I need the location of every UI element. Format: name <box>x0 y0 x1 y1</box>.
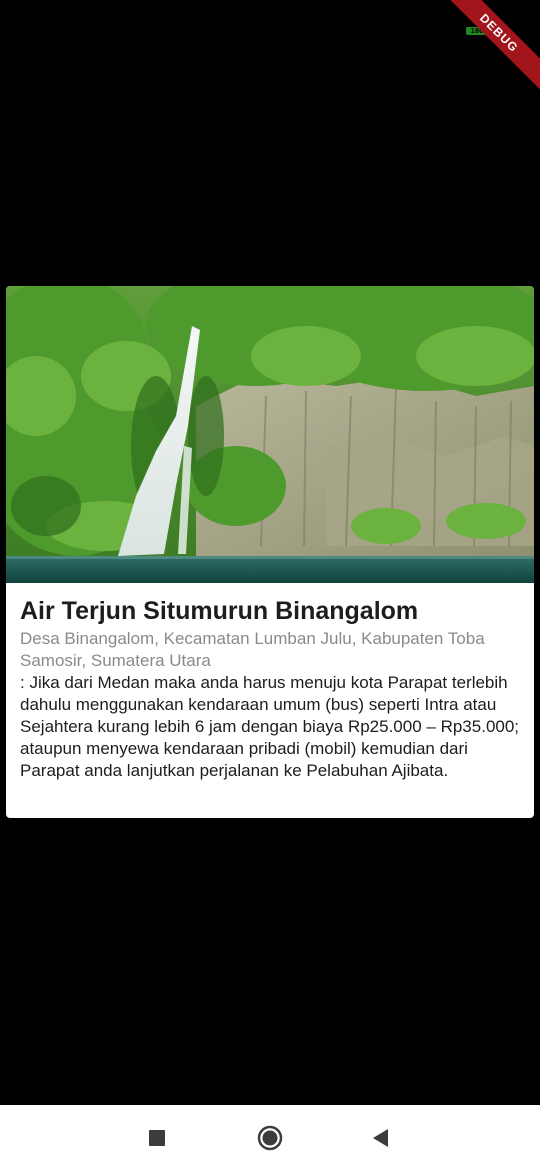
place-description: : Jika dari Medan maka anda harus menuju… <box>20 673 520 780</box>
back-button[interactable] <box>366 1123 396 1153</box>
battery-indicator: 100 <box>466 27 488 35</box>
debug-banner: DEBUG <box>430 0 540 110</box>
back-icon <box>373 1129 388 1147</box>
place-location: Desa Binangalom, Kecamatan Lumban Julu, … <box>20 629 485 670</box>
place-title: Air Terjun Situmurun Binangalom <box>20 597 419 625</box>
debug-banner-label: DEBUG <box>438 0 540 94</box>
home-button[interactable] <box>255 1123 285 1153</box>
place-card[interactable]: Air Terjun Situmurun Binangalom Desa Bin… <box>6 286 534 818</box>
recent-apps-button[interactable] <box>142 1123 172 1153</box>
place-details: Air Terjun Situmurun Binangalom Desa Bin… <box>6 583 534 782</box>
place-image <box>6 286 534 583</box>
system-navigation-bar <box>0 1105 540 1170</box>
home-icon <box>257 1125 283 1151</box>
recent-apps-icon <box>149 1130 165 1146</box>
app-screen: 100 DEBUG Air Terjun Situmurun Binangalo… <box>0 0 540 1170</box>
